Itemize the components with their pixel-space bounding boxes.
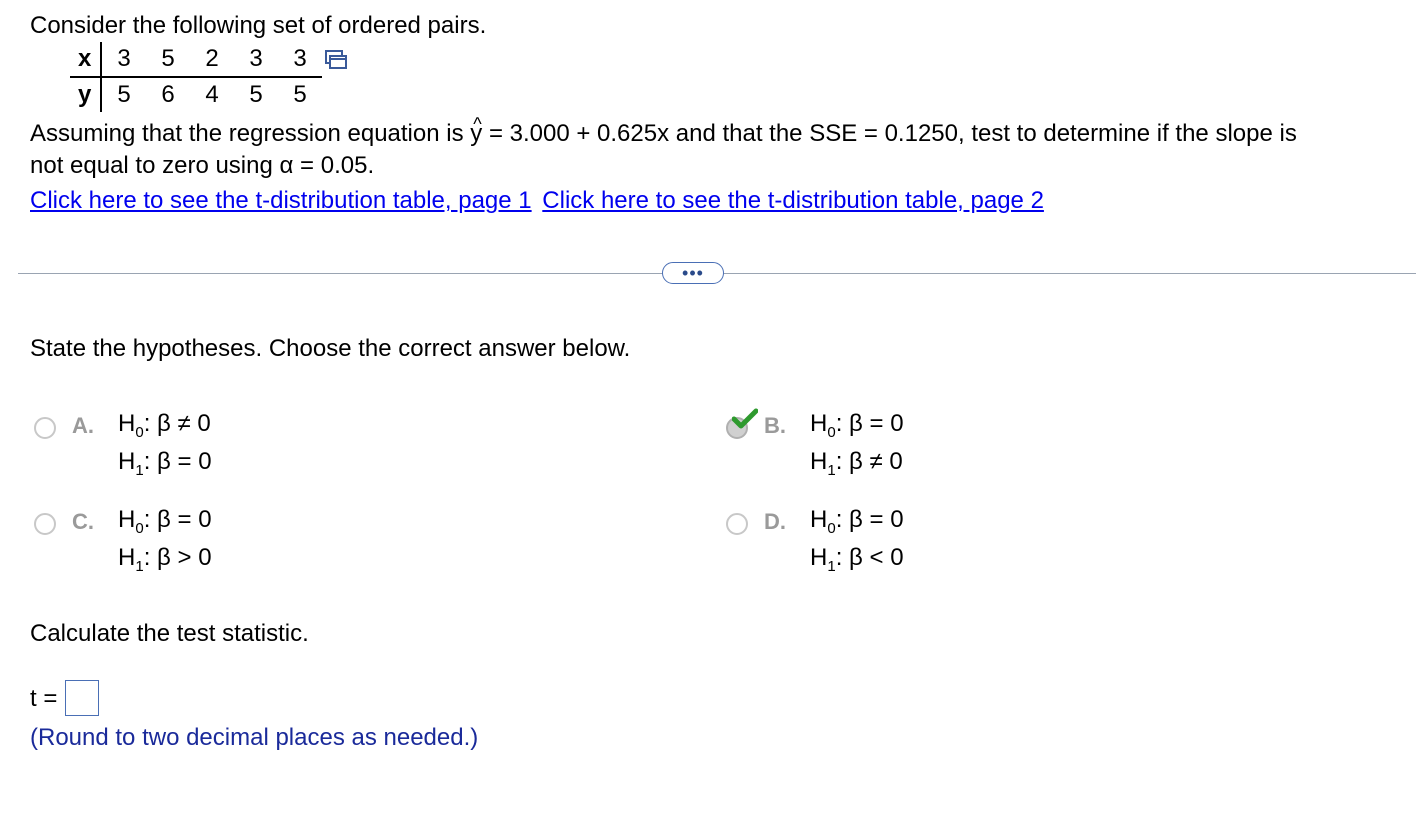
y-value: 5 [117,81,131,108]
radio-c[interactable] [34,513,56,535]
choice-b-h1: H1: β ≠ 0 [810,448,903,479]
choice-c-h1: H1: β > 0 [118,544,212,575]
t-table-page2-link[interactable]: Click here to see the t-distribution tab… [542,187,1044,214]
table-row-x: x 3 5 2 3 3 [70,42,322,78]
t-label: t = [30,685,58,712]
expand-more-button[interactable]: ••• [662,262,724,284]
x-value: 3 [249,45,263,72]
statistic-prompt: Calculate the test statistic. [30,620,309,647]
y-value: 5 [293,81,307,108]
question-line-2: not equal to zero using α = 0.05. [30,152,375,179]
checkmark-icon [732,408,758,429]
question-line-1: Assuming that the regression equation is… [30,114,1297,150]
radio-d[interactable] [726,513,748,535]
choice-d-h0: H0: β = 0 [810,506,904,537]
choice-b-h0: H0: β = 0 [810,410,904,441]
y-label: y [78,81,92,108]
y-value: 5 [249,81,263,108]
t-table-page1-link[interactable]: Click here to see the t-distribution tab… [30,187,532,214]
copy-data-icon[interactable] [325,50,347,70]
x-label: x [78,45,92,72]
choice-a[interactable]: A. H0: β ≠ 0 H1: β = 0 [34,410,334,480]
hypotheses-prompt: State the hypotheses. Choose the correct… [30,335,631,362]
choice-d-letter: D. [764,509,786,534]
x-value: 3 [117,45,131,72]
t-statistic-input[interactable] [65,680,99,716]
intro-text: Consider the following set of ordered pa… [30,12,487,39]
choice-a-h0: H0: β ≠ 0 [118,410,211,441]
choice-a-letter: A. [72,413,94,438]
question-part1: Assuming that the regression equation is [30,120,464,147]
choice-b[interactable]: B. H0: β = 0 H1: β ≠ 0 [726,408,1026,480]
choice-a-h1: H1: β = 0 [118,448,212,479]
x-value: 2 [205,45,219,72]
choice-b-letter: B. [764,413,786,438]
choice-c-h0: H0: β = 0 [118,506,212,537]
links-row: Click here to see the t-distribution tab… [30,185,1044,217]
table-row-y: y 5 6 4 5 5 [70,78,322,112]
choice-d[interactable]: D. H0: β = 0 H1: β < 0 [726,506,1026,576]
choice-d-h1: H1: β < 0 [810,544,904,575]
radio-a[interactable] [34,417,56,439]
y-hat: ^ y [470,114,483,147]
round-note: (Round to two decimal places as needed.) [30,724,479,751]
question-part2: = 3.000 + 0.625x and that the SSE = 0.12… [488,120,1297,147]
choice-c-letter: C. [72,509,94,534]
choice-c[interactable]: C. H0: β = 0 H1: β > 0 [34,506,334,576]
ordered-pairs-table: x 3 5 2 3 3 y 5 6 4 5 5 [70,42,347,112]
x-value: 5 [161,45,175,72]
x-value: 3 [293,45,307,72]
y-value: 6 [161,81,175,108]
y-value: 4 [205,81,219,108]
